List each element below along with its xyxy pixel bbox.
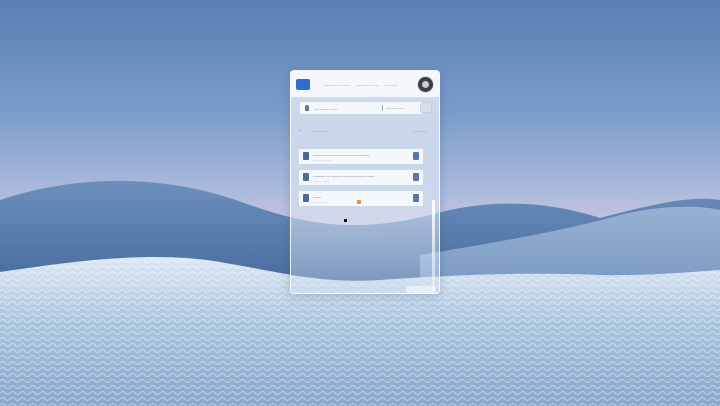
back-arrow-icon[interactable]: ‹ [299,128,301,134]
document-icon [303,173,309,181]
window-grab-handle[interactable] [406,286,436,293]
floating-app-window[interactable]: ———— —— ———— — ——— — —— —— ——— — ‹ —— ——… [290,70,440,294]
nav-item-1[interactable]: ———— —— [324,82,351,87]
app-logo-icon[interactable] [296,78,310,90]
window-edge-highlight [432,200,435,292]
search-label: — —— —— [315,105,338,111]
document-icon [303,194,309,202]
desktop-scene: ———— —— ———— — ——— — —— —— ——— — ‹ —— ——… [0,0,720,406]
search-divider [382,105,383,111]
pin-icon [305,105,309,111]
item-name: ——— — ——— ——— —— —— [313,173,375,178]
user-avatar[interactable] [417,76,434,93]
window-topbar: ———— —— ———— — ——— [291,71,439,98]
item-meta: ——— —— [313,200,329,204]
item-name: —— [313,194,321,199]
item-meta: ——— — —— [313,158,333,162]
item-name: ——— — ——— ——— ——— [313,152,370,157]
section-header: ‹ —— —— —— — [299,127,429,135]
document-icon [303,152,309,160]
list-item[interactable]: —— ——— —— [298,190,424,207]
cursor-marker [357,200,361,204]
nav-item-2[interactable]: ———— — [357,82,379,87]
search-input[interactable]: — —— —— ——— — [299,101,423,115]
send-icon[interactable] [420,102,432,113]
section-count: —— — [413,128,427,133]
top-nav: ———— —— ———— — ——— [324,82,397,87]
status-icon [413,173,419,181]
mouse-cursor [344,219,347,222]
list-item[interactable]: ——— — ——— ——— —— —— ——— —— [298,169,424,186]
status-icon [413,194,419,202]
search-filter-label[interactable]: ——— — [386,105,403,110]
item-meta: ——— —— [313,179,329,183]
nav-item-3[interactable]: ——— [385,82,398,87]
status-icon [413,152,419,160]
section-title: —— —— [311,128,329,133]
item-list: ——— — ——— ——— ——— ——— — —— ——— — ——— ———… [298,148,424,211]
list-item[interactable]: ——— — ——— ——— ——— ——— — —— [298,148,424,165]
